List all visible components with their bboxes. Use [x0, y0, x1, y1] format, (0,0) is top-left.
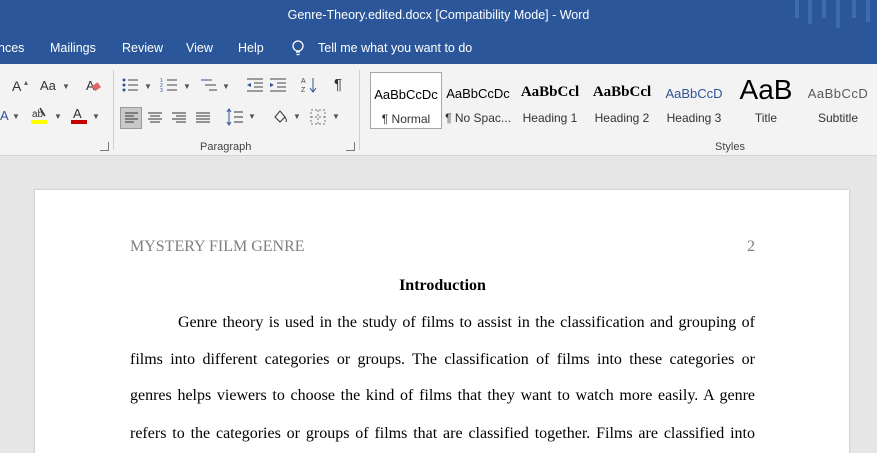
- page-number: 2: [747, 238, 755, 255]
- style-name: ¶ Normal: [381, 112, 431, 126]
- styles-group-label: Styles: [715, 141, 745, 153]
- document-heading: Introduction: [399, 277, 486, 294]
- paragraph-group-label: Paragraph: [200, 141, 252, 153]
- line-spacing-icon[interactable]: [226, 108, 244, 126]
- paragraph-line: refers to the categories or groups of fi…: [130, 425, 755, 442]
- chevron-down-icon: ▼: [248, 112, 256, 121]
- chevron-down-icon: ▼: [62, 82, 70, 91]
- paragraph-dialog-launcher[interactable]: [346, 142, 355, 151]
- style-preview: AaBbCcDc: [446, 86, 510, 101]
- paragraph-line: genres helps viewers to choose the kind …: [130, 387, 755, 404]
- running-head: MYSTERY FILM GENRE: [130, 238, 305, 255]
- numbering-icon[interactable]: 1 2 3: [160, 77, 178, 93]
- highlight-color-icon[interactable]: ab: [30, 106, 50, 126]
- font-dialog-launcher[interactable]: [100, 142, 109, 151]
- group-separator: [359, 70, 360, 150]
- svg-text:A: A: [73, 106, 82, 121]
- style-name: Heading 2: [594, 111, 650, 125]
- align-left-button[interactable]: [120, 107, 142, 129]
- chevron-down-icon: ▼: [12, 112, 20, 121]
- justify-icon[interactable]: [195, 110, 211, 126]
- tab-references[interactable]: nces: [0, 41, 24, 55]
- title-bar: Genre-Theory.edited.docx [Compatibility …: [0, 0, 877, 32]
- shading-icon[interactable]: [271, 108, 289, 126]
- text-effects-button[interactable]: A: [0, 108, 9, 124]
- style-preview: AaBbCcD: [665, 86, 723, 101]
- svg-text:Z: Z: [301, 87, 306, 94]
- increase-indent-icon[interactable]: [269, 77, 287, 93]
- chevron-down-icon: ▼: [183, 82, 191, 91]
- svg-text:3: 3: [160, 88, 163, 93]
- style-preview: AaBbCcD: [807, 86, 869, 101]
- tab-help[interactable]: Help: [238, 41, 264, 55]
- change-case-button[interactable]: Aa: [40, 78, 56, 94]
- title-bar-decoration: [852, 0, 856, 18]
- style-normal[interactable]: AaBbCcDc ¶ Normal: [370, 72, 442, 129]
- style-heading-1[interactable]: AaBbCcl Heading 1: [514, 72, 586, 129]
- title-bar-decoration: [836, 0, 840, 28]
- borders-icon[interactable]: [310, 109, 326, 125]
- style-name: ¶ No Spac...: [445, 111, 511, 125]
- style-subtitle[interactable]: AaBbCcD Subtitle: [802, 72, 874, 129]
- style-name: Subtitle: [817, 111, 859, 125]
- tab-mailings[interactable]: Mailings: [50, 41, 96, 55]
- style-name: Title: [754, 111, 778, 125]
- chevron-down-icon: ▼: [222, 82, 230, 91]
- group-separator: [113, 70, 114, 150]
- style-preview: AaB: [739, 74, 793, 105]
- chevron-down-icon: ▼: [293, 112, 301, 121]
- style-heading-2[interactable]: AaBbCcl Heading 2: [586, 72, 658, 129]
- style-preview: AaBbCcl: [520, 84, 580, 100]
- paragraph-line: films into different categories or group…: [130, 351, 755, 368]
- style-preview: AaBbCcDc: [374, 87, 438, 102]
- window-title: Genre-Theory.edited.docx [Compatibility …: [287, 8, 590, 22]
- title-bar-decoration: [808, 0, 812, 24]
- paragraph-line: Genre theory is used in the study of fil…: [178, 314, 755, 331]
- grow-font-button[interactable]: A: [12, 78, 21, 94]
- bullets-icon[interactable]: [121, 77, 139, 93]
- svg-text:A: A: [301, 78, 306, 85]
- style-preview: AaBbCcl: [592, 84, 652, 100]
- tell-me-search[interactable]: Tell me what you want to do: [318, 41, 472, 55]
- tab-review[interactable]: Review: [122, 41, 163, 55]
- ribbon: A ▴ Aa ▼ A A ▼ ab ▼ A ▼ ▼ 1 2 3 ▼ ▼ A Z …: [0, 64, 877, 156]
- multilevel-list-icon[interactable]: [200, 77, 218, 93]
- tab-view[interactable]: View: [186, 41, 213, 55]
- chevron-down-icon: ▼: [144, 82, 152, 91]
- show-formatting-marks-button[interactable]: ¶: [334, 77, 342, 93]
- clear-formatting-icon[interactable]: A: [84, 78, 102, 94]
- styles-gallery: AaBbCcDc ¶ Normal AaBbCcDc ¶ No Spac... …: [369, 69, 877, 129]
- title-bar-decoration: [866, 0, 870, 22]
- align-left-icon: [125, 112, 138, 123]
- title-bar-decoration: [795, 0, 799, 18]
- lightbulb-icon[interactable]: [291, 40, 305, 56]
- align-right-icon[interactable]: [171, 110, 187, 126]
- chevron-up-icon: ▴: [24, 78, 29, 87]
- chevron-down-icon: ▼: [54, 112, 62, 121]
- chevron-down-icon: ▼: [332, 112, 340, 121]
- document-page[interactable]: MYSTERY FILM GENRE 2 Introduction Genre …: [35, 190, 849, 453]
- chevron-down-icon: ▼: [92, 112, 100, 121]
- align-center-icon[interactable]: [147, 110, 163, 126]
- title-bar-decoration: [822, 0, 826, 18]
- style-name: Heading 1: [522, 111, 578, 125]
- style-name: Heading 3: [666, 111, 722, 125]
- sort-icon[interactable]: A Z: [301, 76, 317, 94]
- style-heading-3[interactable]: AaBbCcD Heading 3: [658, 72, 730, 129]
- decrease-indent-icon[interactable]: [246, 77, 264, 93]
- style-title[interactable]: AaB Title: [730, 72, 802, 129]
- style-no-spacing[interactable]: AaBbCcDc ¶ No Spac...: [442, 72, 514, 129]
- font-color-icon[interactable]: A: [70, 106, 88, 126]
- ribbon-tabs: nces Mailings Review View Help Tell me w…: [0, 32, 877, 64]
